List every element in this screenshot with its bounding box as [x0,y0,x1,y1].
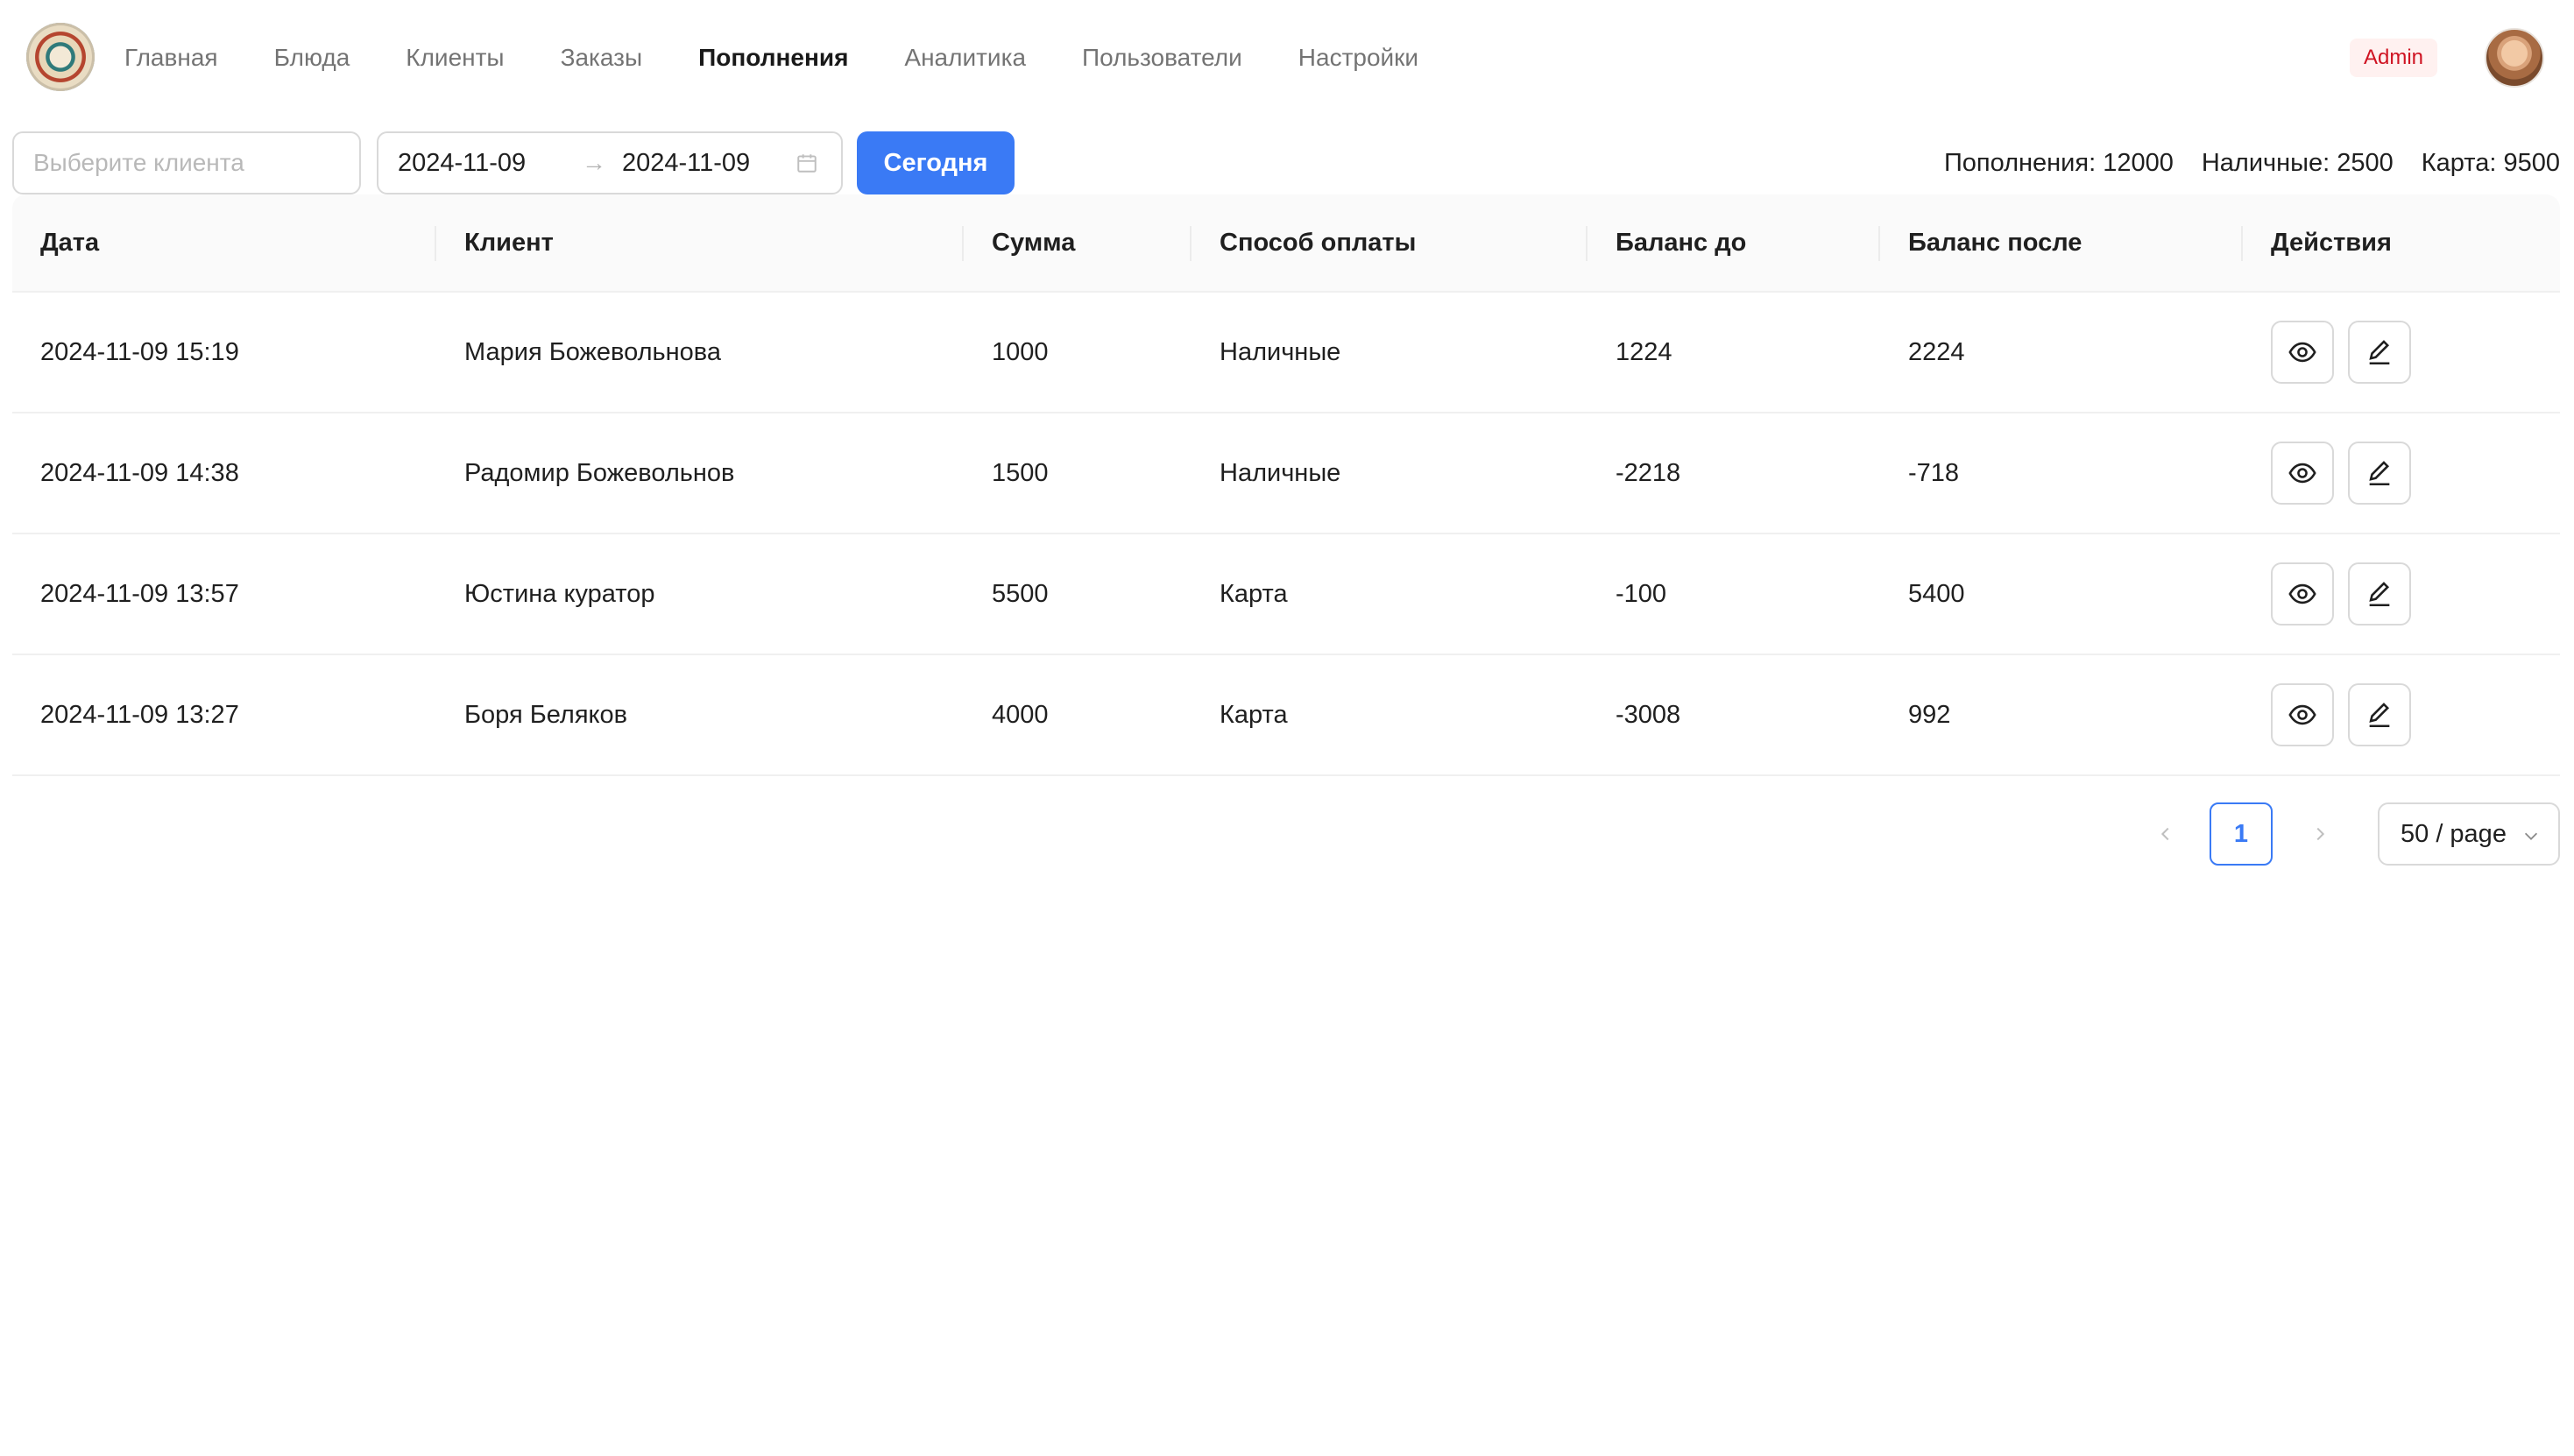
view-button[interactable] [2271,562,2334,626]
view-button[interactable] [2271,683,2334,746]
cell-date: 2024-11-09 14:38 [40,458,239,487]
summary-card: Карта: 9500 [2421,148,2560,177]
nav-item-settings[interactable]: Настройки [1270,44,1446,72]
cell-balance-after: 5400 [1908,579,1965,608]
column-header-method[interactable]: Способ оплаты [1220,194,1416,291]
nav-item-orders[interactable]: Заказы [533,44,671,72]
summary-total: Пополнения: 12000 [1943,148,2174,177]
pencil-icon [2369,340,2390,365]
edit-button[interactable] [2348,442,2411,505]
nav-item-home[interactable]: Главная [124,44,246,72]
calendar-icon [797,154,817,173]
column-header-balance-before[interactable]: Баланс до [1616,194,1746,291]
summary-totals: Пополнения: 12000 Наличные: 2500 Карта: … [1944,131,2560,194]
column-divider [435,226,436,261]
table-row: 2024-11-09 13:57 Юстина куратор 5500 Кар… [12,534,2560,655]
cell-date: 2024-11-09 13:57 [40,579,239,608]
column-header-date[interactable]: Дата [40,194,99,291]
main-nav: Главная Блюда Клиенты Заказы Пополнения … [124,0,1446,116]
pencil-icon [2369,582,2390,607]
cell-method: Карта [1220,579,1288,608]
cell-amount: 4000 [992,700,1049,729]
column-divider [1878,226,1880,261]
cell-date: 2024-11-09 15:19 [40,337,239,366]
date-to-input[interactable]: 2024-11-09 [622,149,750,178]
next-page-button[interactable] [2288,802,2351,866]
summary-cash: Наличные: 2500 [2201,148,2394,177]
cell-date: 2024-11-09 13:27 [40,700,239,729]
cell-amount: 1500 [992,458,1049,487]
cell-balance-before: -100 [1616,579,1667,608]
cell-client: Боря Беляков [464,700,628,729]
nav-item-users[interactable]: Пользователи [1054,44,1270,72]
column-divider [1586,226,1588,261]
nav-item-clients[interactable]: Клиенты [378,44,532,72]
page-size-select[interactable]: 50 / page [2378,802,2560,866]
top-header: Главная Блюда Клиенты Заказы Пополнения … [0,0,2574,116]
column-header-amount[interactable]: Сумма [992,194,1075,291]
edit-button[interactable] [2348,562,2411,626]
page-number-current[interactable]: 1 [2210,802,2273,866]
edit-button[interactable] [2348,321,2411,384]
date-range-picker[interactable]: 2024-11-09 → 2024-11-09 [377,131,843,194]
cell-client: Юстина куратор [464,579,655,608]
eye-icon [2288,463,2316,484]
cell-balance-before: 1224 [1616,337,1672,366]
cell-balance-before: -2218 [1616,458,1681,487]
pencil-icon [2369,703,2390,728]
eye-icon [2288,342,2316,363]
cell-method: Наличные [1220,458,1341,487]
date-from-input[interactable]: 2024-11-09 [398,149,526,178]
today-button[interactable]: Сегодня [857,131,1015,194]
role-badge: Admin [2350,39,2438,77]
eye-icon [2288,583,2316,604]
chevron-left-icon [2160,827,2169,841]
column-header-balance-after[interactable]: Баланс после [1908,194,2082,291]
topups-table: Дата Клиент Сумма Способ оплаты Баланс д… [12,194,2560,776]
nav-item-topups[interactable]: Пополнения [670,44,876,72]
nav-item-analytics[interactable]: Аналитика [876,44,1054,72]
cell-balance-after: 992 [1908,700,1951,729]
view-button[interactable] [2271,321,2334,384]
cell-client: Мария Божевольнова [464,337,722,366]
page-size-value: 50 / page [2401,819,2507,848]
prev-page-button[interactable] [2134,802,2197,866]
table-row: 2024-11-09 14:38 Радомир Божевольнов 150… [12,413,2560,534]
column-divider [2241,226,2243,261]
chevron-right-icon [2316,827,2325,841]
edit-button[interactable] [2348,683,2411,746]
cell-client: Радомир Божевольнов [464,458,735,487]
cell-amount: 5500 [992,579,1049,608]
range-separator-icon: → [582,149,606,176]
column-header-actions: Действия [2271,228,2392,257]
pencil-icon [2369,461,2390,486]
cell-balance-before: -3008 [1616,700,1681,729]
eye-icon [2288,704,2316,725]
cell-amount: 1000 [992,337,1049,366]
user-avatar[interactable] [2485,28,2544,88]
cell-balance-after: 2224 [1908,337,1965,366]
cell-method: Карта [1220,700,1288,729]
table-header: Дата Клиент Сумма Способ оплаты Баланс д… [12,194,2560,293]
column-divider [962,226,964,261]
client-select[interactable]: Выберите клиента [12,131,361,194]
nav-item-dishes[interactable]: Блюда [246,44,378,72]
column-header-client[interactable]: Клиент [464,194,554,291]
chevron-down-icon [2524,832,2538,840]
client-select-placeholder: Выберите клиента [33,149,244,176]
cell-method: Наличные [1220,337,1341,366]
table-row: 2024-11-09 15:19 Мария Божевольнова 1000… [12,293,2560,413]
table-row: 2024-11-09 13:27 Боря Беляков 4000 Карта… [12,655,2560,776]
column-divider [1190,226,1192,261]
view-button[interactable] [2271,442,2334,505]
cell-balance-after: -718 [1908,458,1960,487]
app-logo[interactable] [26,23,95,91]
